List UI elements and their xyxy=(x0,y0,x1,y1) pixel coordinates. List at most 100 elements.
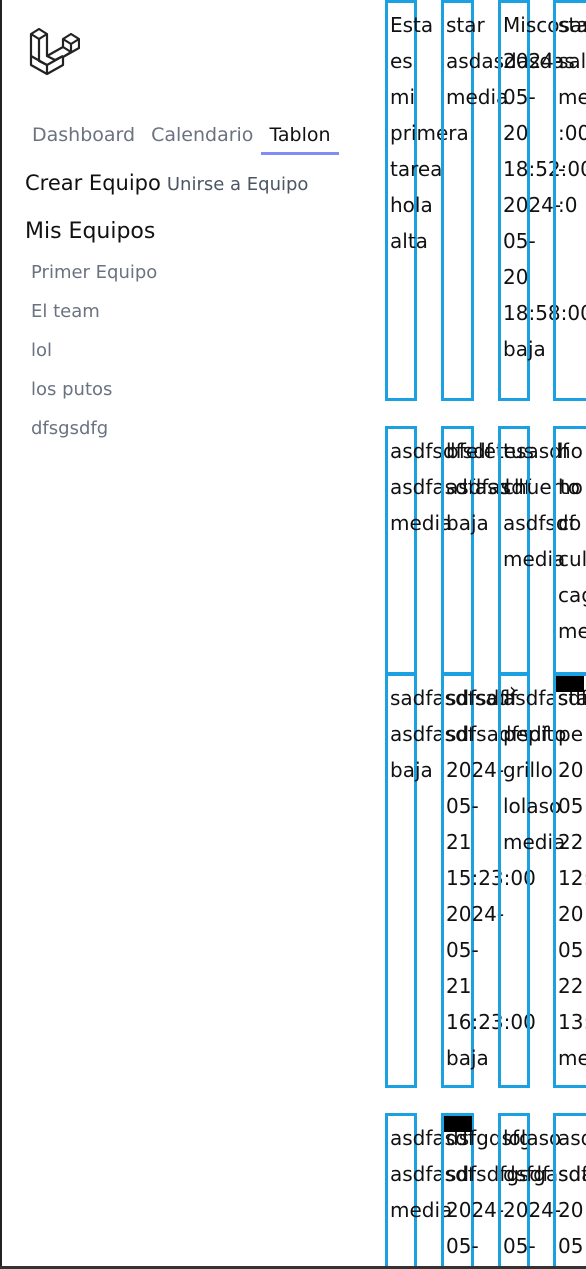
task-card-line: baja xyxy=(446,511,489,535)
task-card-line: 20 xyxy=(503,121,529,145)
team-item-primer-equipo[interactable]: Primer Equipo xyxy=(31,259,157,298)
task-card-line: tus xyxy=(503,439,534,463)
task-card-line: media xyxy=(503,830,566,854)
tab-tablon[interactable]: Tablon xyxy=(261,118,339,155)
task-card-line: bfeletesasdf xyxy=(446,439,569,463)
task-card-line: 21 xyxy=(446,974,472,998)
task-card-line: asdfasdf xyxy=(390,1126,475,1150)
task-card-line: 05- xyxy=(446,794,479,818)
task-card-line: lolaso xyxy=(503,1126,562,1150)
task-card-line: 18:52:00 xyxy=(503,157,586,181)
task-card-line: :0 xyxy=(558,193,578,217)
task-card[interactable]: asdfasdf asdfasdf media xyxy=(385,1113,475,1266)
task-card-line: sta xyxy=(558,13,586,37)
task-card-line: asdfasdf xyxy=(390,722,475,746)
tab-calendario[interactable]: Calendario xyxy=(143,118,261,152)
task-card-line: chuerto xyxy=(503,475,580,499)
task-card-line: 2024- xyxy=(446,902,505,926)
team-item-los-putos[interactable]: los putos xyxy=(31,376,157,415)
task-card-line: dsfgasdas xyxy=(503,1162,586,1186)
task-card-line: 16:23:00 xyxy=(446,1010,536,1034)
task-card[interactable]: tus chuerto asdfsdf media xyxy=(498,426,580,675)
join-team-link[interactable]: Unirse a Equipo xyxy=(167,174,309,195)
task-card-line: 2024- xyxy=(446,1198,505,1222)
task-card[interactable]: dsfgdsfg sdfsdfgsdf 2024- 05- xyxy=(441,1113,550,1266)
task-card-line: asdfasdf xyxy=(446,475,531,499)
task-card-line: 2024- xyxy=(446,758,505,782)
team-list: Primer Equipo El team lol los putos dfsg… xyxy=(31,259,157,454)
task-card[interactable]: › asdfasdf pepito grillo lolaso media xyxy=(498,673,586,1088)
task-card[interactable]: bfeletesasdf asdfasdf baja xyxy=(441,426,569,675)
task-card[interactable]: ho ho co cul cag me xyxy=(553,426,586,675)
task-card-line: 05- xyxy=(503,85,536,109)
task-card[interactable]: asdfsdfsdf asdfasdfasd media xyxy=(385,426,510,675)
task-card-line: sdf xyxy=(558,1162,586,1186)
task-card-line: alta xyxy=(390,229,428,253)
task-card-line: Miscosasdasdas xyxy=(503,13,586,37)
task-card[interactable]: Miscosasdasdas 2024- 05- 20 18:52:00 2024- 05-… xyxy=(498,0,586,401)
task-card-line: me xyxy=(558,619,586,643)
task-card-line: cul xyxy=(558,547,586,571)
task-flag-icon xyxy=(556,676,584,692)
task-card-line: star xyxy=(446,13,485,37)
task-card-line: hola xyxy=(390,193,433,217)
task-card[interactable]: sdfsdf sdfsadfsdf 2024- 05- 21 15:23:00 2024- 0… xyxy=(441,673,549,1088)
task-card[interactable]: sadfasdfsadf asdfasdf baja xyxy=(385,673,518,1088)
laravel-logo-icon[interactable] xyxy=(28,26,80,76)
task-card-line: 13: xyxy=(558,1010,586,1034)
task-card-line: 05- xyxy=(503,229,536,253)
task-card-line: 15:23:00 xyxy=(446,866,536,890)
chevron-right-icon[interactable]: › xyxy=(509,680,517,700)
team-item-lol[interactable]: lol xyxy=(31,337,157,376)
task-card-line: sdfsadfsdf xyxy=(446,722,549,746)
task-card-line: asdasdasdas xyxy=(446,49,575,73)
task-card[interactable]: star asdasdasdas media xyxy=(441,0,575,401)
task-card-line: 18:58:00 xyxy=(503,301,586,325)
task-card[interactable]: asdf sdf 20 05 xyxy=(553,1113,586,1266)
task-card-line: primera xyxy=(390,121,469,145)
task-card-line: 05- xyxy=(446,1234,479,1258)
task-card[interactable]: sta sal me:00 -:0 xyxy=(553,0,586,401)
task-card-line: 05 xyxy=(558,1234,584,1258)
task-card-line: 2024- xyxy=(503,49,562,73)
task-card-line: baja xyxy=(390,758,433,782)
task-card-line: media xyxy=(390,1198,453,1222)
task-card-line: pe xyxy=(558,722,583,746)
task-card-line: tarea xyxy=(390,157,443,181)
task-card-line: media xyxy=(446,85,509,109)
task-card[interactable]: Esta es mi primera tarea hola alta xyxy=(385,0,469,401)
task-card-line: 05- xyxy=(446,938,479,962)
team-item-dfsgsdfg[interactable]: dfsgsdfg xyxy=(31,415,157,454)
task-card-line: 2024- xyxy=(503,193,562,217)
task-card-line: - xyxy=(558,157,566,181)
task-card-line: 05 xyxy=(558,794,584,818)
task-card-line: sdfsdfgsdf xyxy=(446,1162,550,1186)
task-card-line: me xyxy=(558,1046,586,1070)
task-card-line: sadfasdfsadf xyxy=(390,686,518,710)
task-card-line: ho xyxy=(558,439,583,463)
task-card-line: sdfsdf xyxy=(446,686,507,710)
task-card-line: 05 xyxy=(558,938,584,962)
task-card-line: media xyxy=(390,511,453,535)
my-teams-heading: Mis Equipos xyxy=(25,219,156,244)
create-team-link[interactable]: Crear Equipo xyxy=(25,171,161,195)
team-item-el-team[interactable]: El team xyxy=(31,298,157,337)
task-card-line: sal xyxy=(558,49,586,73)
task-card-line: asdfasdf xyxy=(390,1162,475,1186)
top-nav: Dashboard Calendario Tablon xyxy=(24,118,339,155)
task-card[interactable]: lolaso dsfgasdas 2024- 05- xyxy=(498,1113,586,1266)
task-card-line: es xyxy=(390,49,413,73)
task-card-line: lolaso xyxy=(503,794,562,818)
task-card-line: 20 xyxy=(558,1198,584,1222)
task-flag-icon xyxy=(444,1116,472,1132)
task-card-line: ho xyxy=(558,475,583,499)
task-card[interactable]: stape20052212:20052213:me xyxy=(553,673,586,1088)
tab-dashboard[interactable]: Dashboard xyxy=(24,118,143,152)
task-card-line: 21 xyxy=(446,830,472,854)
task-card-line: asdf xyxy=(558,1126,586,1150)
task-card-line: Esta xyxy=(390,13,434,37)
task-card-line: 2024- xyxy=(503,1198,562,1222)
task-card-line: grillo xyxy=(503,758,553,782)
task-card-line: 20 xyxy=(503,265,529,289)
task-card-line: asdfsdfsdf xyxy=(390,439,493,463)
